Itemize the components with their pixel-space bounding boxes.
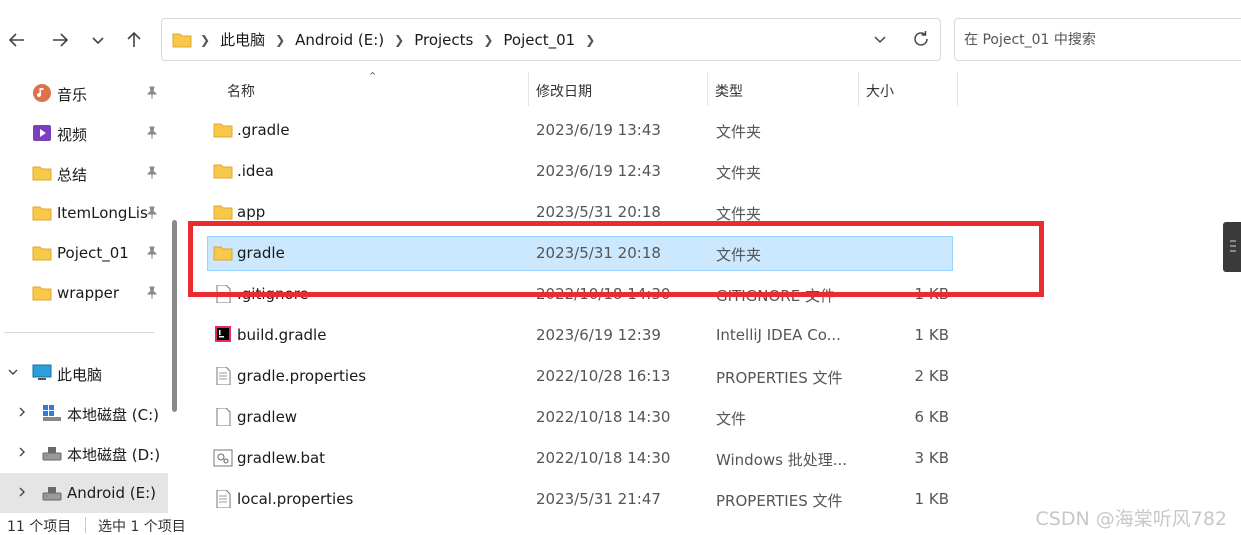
sidebar-item-label: 此电脑	[57, 366, 103, 384]
column-divider[interactable]	[957, 72, 958, 106]
chevron-right-icon[interactable]: ❯	[483, 33, 493, 47]
intellij-icon	[215, 326, 231, 342]
file-icon	[216, 408, 231, 426]
sidebar-item-folder[interactable]: ItemLongLis	[0, 193, 168, 233]
arrow-up-icon	[127, 31, 141, 47]
column-header-type[interactable]: 类型	[708, 72, 858, 106]
folder-icon	[32, 166, 52, 181]
file-row[interactable]: app 2023/5/31 20:18 文件夹	[207, 195, 953, 230]
pin-icon[interactable]	[145, 246, 159, 260]
sidebar-item-drive-d[interactable]: 本地磁盘 (D:)	[0, 433, 168, 473]
sidebar-item-drive-c[interactable]: 本地磁盘 (C:)	[0, 393, 168, 433]
folder-icon	[32, 246, 52, 261]
arrow-right-icon	[53, 33, 69, 47]
sidebar-item-drive-e[interactable]: Android (E:)	[0, 473, 168, 513]
pin-icon[interactable]	[145, 166, 159, 180]
batch-file-icon	[213, 449, 233, 467]
breadcrumb-item[interactable]: Projects	[414, 31, 473, 49]
selection-count: 选中 1 个项目	[98, 519, 186, 535]
sidebar-item-label: wrapper	[57, 284, 120, 302]
sidebar-item-label: 音乐	[57, 86, 88, 104]
pin-icon[interactable]	[145, 126, 159, 140]
search-box[interactable]	[954, 18, 1241, 61]
search-input[interactable]	[955, 19, 1241, 60]
column-header-size[interactable]: 大小	[859, 72, 957, 106]
folder-icon	[32, 286, 52, 301]
breadcrumb-item[interactable]: Poject_01	[503, 31, 575, 49]
address-bar[interactable]: ❯ 此电脑 ❯ Android (E:) ❯ Projects ❯ Poject…	[161, 18, 941, 61]
sidebar-item-video[interactable]: 视频	[0, 113, 168, 153]
sidebar-item-label: ItemLongLis	[57, 204, 148, 222]
sidebar-item-this-pc[interactable]: 此电脑	[0, 353, 168, 393]
sidebar-item-music[interactable]: 音乐	[0, 73, 168, 113]
sidebar-item-label: Poject_01	[57, 244, 129, 262]
sidebar-item-label: 视频	[57, 126, 88, 144]
file-list: ⌃ 名称 修改日期 类型 大小 .gradle 2023/6/19 13:43 …	[185, 70, 1241, 517]
file-icon	[216, 285, 231, 303]
toolbar: ❯ 此电脑 ❯ Android (E:) ❯ Projects ❯ Poject…	[0, 0, 1241, 72]
column-header-date[interactable]: 修改日期	[529, 72, 707, 106]
sidebar-item-folder[interactable]: wrapper	[0, 273, 168, 313]
file-row[interactable]: build.gradle 2023/6/19 12:39 IntelliJ ID…	[207, 318, 953, 353]
chevron-right-icon[interactable]: ❯	[585, 33, 595, 47]
navigation-pane: 音乐 视频 总结 ItemLongLis Poject_01 wrapper 此…	[0, 72, 185, 515]
item-count: 11 个项目	[7, 519, 72, 535]
chevron-down-icon[interactable]	[7, 366, 19, 378]
chevron-right-icon[interactable]: ❯	[394, 33, 404, 47]
windows-drive-icon	[43, 405, 61, 421]
drive-icon	[42, 447, 62, 461]
chevron-right-icon[interactable]	[16, 446, 28, 458]
folder-icon	[213, 205, 233, 220]
folder-icon	[172, 33, 192, 48]
back-button[interactable]	[3, 26, 31, 54]
watermark: CSDN @海棠听风782	[1035, 508, 1227, 530]
sidebar-item-label: Android (E:)	[67, 484, 156, 502]
folder-icon	[213, 123, 233, 138]
up-button[interactable]	[120, 26, 148, 54]
computer-icon	[32, 364, 52, 380]
pin-icon[interactable]	[145, 206, 159, 220]
refresh-icon[interactable]	[910, 28, 932, 50]
chevron-right-icon[interactable]	[16, 406, 28, 418]
sidebar-item-folder[interactable]: 总结	[0, 153, 168, 193]
arrow-left-icon	[8, 33, 24, 47]
file-row[interactable]: .idea 2023/6/19 12:43 文件夹	[207, 154, 953, 189]
sidebar-item-label: 本地磁盘 (D:)	[67, 446, 161, 464]
recent-locations-button[interactable]	[84, 26, 112, 54]
folder-icon	[213, 246, 233, 261]
folder-icon	[213, 164, 233, 179]
breadcrumb-item[interactable]: 此电脑	[220, 29, 265, 50]
music-icon	[33, 84, 51, 102]
folder-icon	[32, 206, 52, 221]
forward-button[interactable]	[46, 26, 74, 54]
breadcrumb-item[interactable]: Android (E:)	[295, 31, 384, 49]
text-file-icon	[216, 367, 231, 385]
address-history-icon[interactable]	[870, 29, 890, 49]
vertical-scrollbar[interactable]	[1223, 222, 1241, 272]
sidebar-scrollbar[interactable]	[172, 220, 177, 412]
pin-icon[interactable]	[145, 286, 159, 300]
column-header-name[interactable]: 名称	[207, 72, 529, 106]
file-row[interactable]: gradle.properties 2022/10/28 16:13 PROPE…	[207, 359, 953, 394]
file-row[interactable]: .gradle 2023/6/19 13:43 文件夹	[207, 113, 953, 148]
pin-icon[interactable]	[145, 86, 159, 100]
text-file-icon	[216, 490, 231, 508]
status-divider	[85, 517, 86, 533]
chevron-right-icon[interactable]	[16, 486, 28, 498]
sidebar-divider	[4, 332, 154, 333]
video-icon	[33, 125, 51, 141]
file-row[interactable]: gradlew 2022/10/18 14:30 文件 6 KB	[207, 400, 953, 435]
sidebar-item-label: 总结	[57, 166, 88, 184]
file-row[interactable]: .gitignore 2022/10/18 14:30 GITIGNORE 文件…	[207, 277, 953, 312]
chevron-right-icon[interactable]: ❯	[200, 33, 210, 47]
file-row-selected[interactable]: gradle 2023/5/31 20:18 文件夹	[207, 236, 953, 271]
sidebar-item-folder[interactable]: Poject_01	[0, 233, 168, 273]
chevron-down-icon	[92, 37, 104, 45]
chevron-right-icon[interactable]: ❯	[275, 33, 285, 47]
sidebar-item-label: 本地磁盘 (C:)	[67, 406, 159, 424]
file-row[interactable]: gradlew.bat 2022/10/18 14:30 Windows 批处理…	[207, 441, 953, 476]
drive-icon	[42, 487, 62, 501]
file-row[interactable]: local.properties 2023/5/31 21:47 PROPERT…	[207, 482, 953, 517]
breadcrumb: ❯ 此电脑 ❯ Android (E:) ❯ Projects ❯ Poject…	[200, 19, 605, 60]
